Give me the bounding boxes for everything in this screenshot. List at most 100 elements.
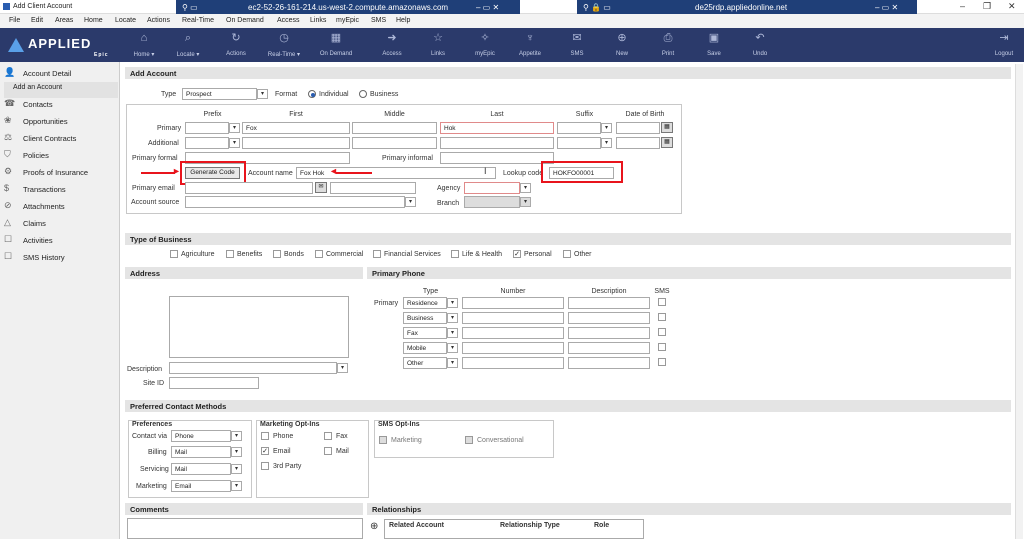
phone-sms-fax-checkbox[interactable]: [658, 328, 666, 336]
phone-sms-mobile-checkbox[interactable]: [658, 343, 666, 351]
primary-prefix-dropdown[interactable]: ▾: [229, 123, 240, 133]
menu-real-time[interactable]: Real-Time: [182, 17, 214, 24]
tob-other-checkbox[interactable]: [563, 250, 571, 258]
phone-number-fax[interactable]: [462, 327, 564, 339]
tob-personal-checkbox[interactable]: ✓: [513, 250, 521, 258]
phone-number-residence[interactable]: [462, 297, 564, 309]
mkt-mail-checkbox[interactable]: [324, 447, 332, 455]
close-icon[interactable]: ✕: [1008, 1, 1016, 12]
sidebar-item-proofs-of-insurance[interactable]: ⚙ Proofs of Insurance: [4, 166, 118, 182]
sidebar-item-attachments[interactable]: ⊘ Attachments: [4, 200, 118, 216]
additional-suffix-dropdown[interactable]: ▾: [601, 138, 612, 148]
tob-agriculture-checkbox[interactable]: [170, 250, 178, 258]
type-select[interactable]: Prospect: [182, 88, 257, 100]
phone-type-fax-dropdown[interactable]: ▾: [447, 328, 458, 338]
phone-description-residence[interactable]: [568, 297, 650, 309]
restore-icon[interactable]: ❐: [983, 1, 991, 12]
agency-dropdown[interactable]: ▾: [520, 183, 531, 193]
additional-prefix-dropdown[interactable]: ▾: [229, 138, 240, 148]
rdp-window-controls[interactable]: – ▭ ✕: [476, 3, 499, 12]
phone-number-business[interactable]: [462, 312, 564, 324]
toolbar-access-button[interactable]: ➜ Access: [372, 32, 412, 57]
sidebar-item-opportunities[interactable]: ❀ Opportunities: [4, 115, 118, 131]
additional-first-input[interactable]: [242, 137, 350, 149]
menu-locate[interactable]: Locate: [115, 17, 136, 24]
menu-actions[interactable]: Actions: [147, 17, 170, 24]
phone-description-fax[interactable]: [568, 327, 650, 339]
toolbar-sms-button[interactable]: ✉ SMS: [557, 32, 597, 57]
toolbar-actions-button[interactable]: ↻ Actions: [216, 32, 256, 57]
address-description-dropdown[interactable]: ▾: [337, 363, 348, 373]
tob-life-health-checkbox[interactable]: [451, 250, 459, 258]
sidebar-item-contacts[interactable]: ☎ Contacts: [4, 98, 118, 114]
toolbar-locate-button[interactable]: ⌕ Locate ▾: [168, 32, 208, 58]
account-source-dropdown[interactable]: ▾: [405, 197, 416, 207]
pref-contact-via-dropdown[interactable]: ▾: [231, 431, 242, 441]
tob-commercial-checkbox[interactable]: [315, 250, 323, 258]
phone-number-mobile[interactable]: [462, 342, 564, 354]
phone-type-mobile[interactable]: Mobile: [403, 342, 447, 354]
toolbar-logout-button[interactable]: ⇥ Logout: [984, 32, 1024, 57]
primary-informal-input[interactable]: [440, 152, 554, 164]
minimize-icon[interactable]: –: [960, 1, 965, 11]
menu-areas[interactable]: Areas: [55, 17, 73, 24]
primary-email-extra-input[interactable]: [330, 182, 416, 194]
rdp-window-controls-2[interactable]: – ▭ ✕: [875, 3, 898, 12]
mkt-3rd-party-checkbox[interactable]: [261, 462, 269, 470]
phone-number-other[interactable]: [462, 357, 564, 369]
tob-financial-services-checkbox[interactable]: [373, 250, 381, 258]
primary-dob-calendar-icon[interactable]: ▦: [661, 122, 673, 133]
menu-edit[interactable]: Edit: [31, 17, 43, 24]
address-textarea[interactable]: [169, 296, 349, 358]
menu-help[interactable]: Help: [396, 17, 410, 24]
phone-type-residence-dropdown[interactable]: ▾: [447, 298, 458, 308]
phone-type-mobile-dropdown[interactable]: ▾: [447, 343, 458, 353]
additional-prefix-input[interactable]: [185, 137, 229, 149]
toolbar-save-button[interactable]: ▣ Save: [694, 32, 734, 57]
primary-last-input[interactable]: Hok: [440, 122, 554, 134]
sidebar-item-client-contracts[interactable]: ⚖ Client Contracts: [4, 132, 118, 148]
account-source-select[interactable]: [185, 196, 405, 208]
phone-description-other[interactable]: [568, 357, 650, 369]
toolbar-home-button[interactable]: ⌂ Home ▾: [124, 32, 164, 58]
site-id-input[interactable]: [169, 377, 259, 389]
sms-conversational-checkbox[interactable]: [465, 436, 473, 444]
additional-suffix-input[interactable]: [557, 137, 601, 149]
phone-sms-business-checkbox[interactable]: [658, 313, 666, 321]
additional-last-input[interactable]: [440, 137, 554, 149]
pref-servicing-select[interactable]: Mail: [171, 463, 231, 475]
rdp-tab-2[interactable]: ⚲ 🔒 ▭ de25rdp.appliedonline.net – ▭ ✕: [577, 0, 917, 15]
pref-billing-dropdown[interactable]: ▾: [231, 447, 242, 457]
additional-middle-input[interactable]: [352, 137, 437, 149]
sidebar-item-account-detail[interactable]: 👤 Account Detail: [4, 67, 118, 83]
address-description-select[interactable]: [169, 362, 337, 374]
primary-first-input[interactable]: Fox: [242, 122, 350, 134]
phone-type-residence[interactable]: Residence: [403, 297, 447, 309]
phone-type-business[interactable]: Business: [403, 312, 447, 324]
phone-type-other-dropdown[interactable]: ▾: [447, 358, 458, 368]
sidebar-item-activities[interactable]: ☐ Activities: [4, 234, 118, 250]
rdp-lock-icon[interactable]: ⚲ 🔒 ▭: [583, 3, 611, 12]
menu-links[interactable]: Links: [310, 17, 326, 24]
mkt-phone-checkbox[interactable]: [261, 432, 269, 440]
toolbar-appetite-button[interactable]: ♆ Appetite: [510, 32, 550, 57]
sms-marketing-checkbox[interactable]: [379, 436, 387, 444]
toolbar-myepic-button[interactable]: ✧ myEpic: [465, 32, 505, 57]
pref-contact-via-select[interactable]: Phone: [171, 430, 231, 442]
primary-middle-input[interactable]: [352, 122, 437, 134]
toolbar-links-button[interactable]: ☆ Links: [418, 32, 458, 57]
type-dropdown-arrow[interactable]: ▾: [257, 89, 268, 99]
primary-suffix-dropdown[interactable]: ▾: [601, 123, 612, 133]
sidebar-item-add-an-account[interactable]: Add an Account: [4, 82, 118, 98]
format-business-radio[interactable]: [359, 90, 367, 98]
menu-sms[interactable]: SMS: [371, 17, 386, 24]
main-scrollbar[interactable]: [1015, 64, 1023, 539]
menu-myepic[interactable]: myEpic: [336, 17, 359, 24]
mkt-email-checkbox[interactable]: ✓: [261, 447, 269, 455]
email-icon[interactable]: ✉: [315, 182, 327, 193]
format-individual-radio[interactable]: [308, 90, 316, 98]
sidebar-item-policies[interactable]: ⛉ Policies: [4, 149, 118, 165]
pref-servicing-dropdown[interactable]: ▾: [231, 464, 242, 474]
sidebar-item-transactions[interactable]: $ Transactions: [4, 183, 118, 199]
branch-select[interactable]: [464, 196, 520, 208]
